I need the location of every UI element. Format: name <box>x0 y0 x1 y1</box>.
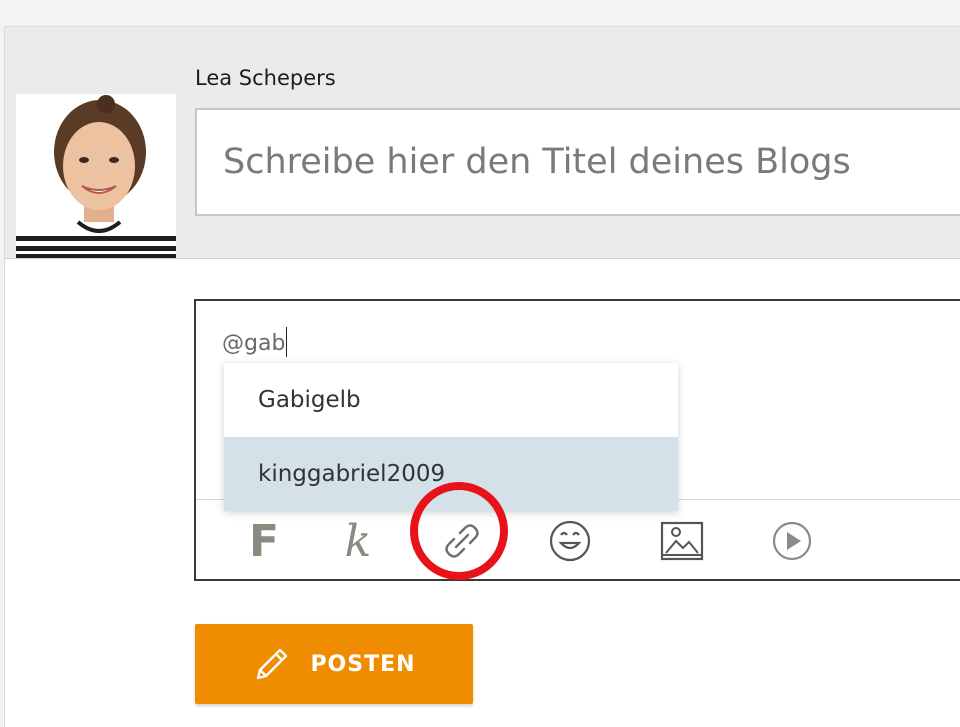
emoji-icon <box>549 520 591 562</box>
editor-content[interactable]: @gab <box>222 327 288 357</box>
author-name: Lea Schepers <box>195 66 336 90</box>
post-button-label: POSTEN <box>310 651 416 677</box>
avatar <box>16 94 176 258</box>
italic-button[interactable]: k <box>336 516 380 567</box>
mention-suggestion-item-selected[interactable]: kinggabriel2009 <box>224 437 678 511</box>
mention-suggestion-item[interactable]: Gabigelb <box>224 363 678 437</box>
image-icon <box>660 521 704 561</box>
italic-label: k <box>344 515 372 567</box>
bold-label: F <box>248 515 280 567</box>
pencil-icon <box>257 648 288 680</box>
mention-query-text: @gab <box>222 331 286 356</box>
insert-link-button[interactable] <box>440 519 484 563</box>
mention-suggestion-label: kinggabriel2009 <box>258 461 446 487</box>
text-caret <box>286 327 288 357</box>
video-play-icon <box>772 521 812 561</box>
insert-video-button[interactable] <box>770 519 814 563</box>
post-button[interactable]: POSTEN <box>195 624 473 704</box>
mention-suggestion-dropdown: Gabigelb kinggabriel2009 <box>224 363 678 511</box>
mention-suggestion-label: Gabigelb <box>258 387 361 413</box>
insert-image-button[interactable] <box>660 519 704 563</box>
blog-title-input[interactable] <box>195 108 960 216</box>
bold-button[interactable]: F <box>242 516 286 567</box>
insert-emoji-button[interactable] <box>548 519 592 563</box>
link-icon <box>445 524 479 558</box>
profile-photo-image <box>16 94 176 258</box>
